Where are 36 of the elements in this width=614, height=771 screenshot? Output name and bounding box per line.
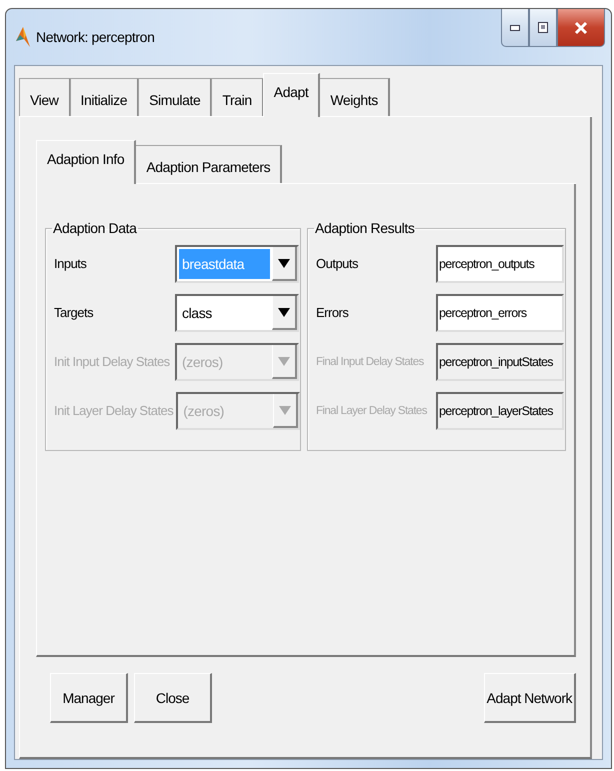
dialog-button[interactable]: Adapt Network [484,673,576,723]
tab[interactable]: Adaption Info [36,140,136,184]
tab[interactable]: Weights [319,78,390,116]
caret-icon [278,354,290,366]
tab[interactable]: Initialize [70,78,140,116]
tab[interactable]: Adaption Parameters [135,145,282,183]
field-label: Inputs [54,256,88,271]
minimize-button[interactable] [501,9,529,47]
text-field[interactable]: perceptron_outputs [436,244,564,282]
window-title: Network: perceptron [36,29,154,45]
tab[interactable]: View [19,78,70,116]
field-label: Final Layer Delay States [316,404,428,416]
tab[interactable]: Adapt [262,73,320,117]
field-label: Outputs [316,256,360,271]
caret-icon [278,256,290,268]
field-label: Init Layer Delay States [54,403,174,418]
caret-icon [278,306,290,318]
tab[interactable]: Simulate [138,78,212,116]
tab[interactable]: Train [211,78,264,116]
field-label: Init Input Delay States [54,354,171,369]
app-logo-icon [14,25,32,49]
caret-icon [279,404,292,416]
text-field[interactable]: perceptron_errors [436,294,564,332]
maximize-icon [538,22,548,33]
close-icon [574,20,588,34]
dialog-button[interactable]: Manager [50,673,128,723]
dropdown[interactable]: class [175,294,299,332]
group-title: Adaption Results [314,220,416,236]
close-button[interactable] [557,9,605,47]
minimize-icon [510,24,520,30]
group-title: Adaption Data [52,220,138,236]
dialog-button[interactable]: Close [134,673,212,723]
maximize-button[interactable] [529,9,557,47]
field-label: Targets [54,305,94,320]
field-label: Final Input Delay States [316,356,425,368]
field-label: Errors [316,305,350,320]
